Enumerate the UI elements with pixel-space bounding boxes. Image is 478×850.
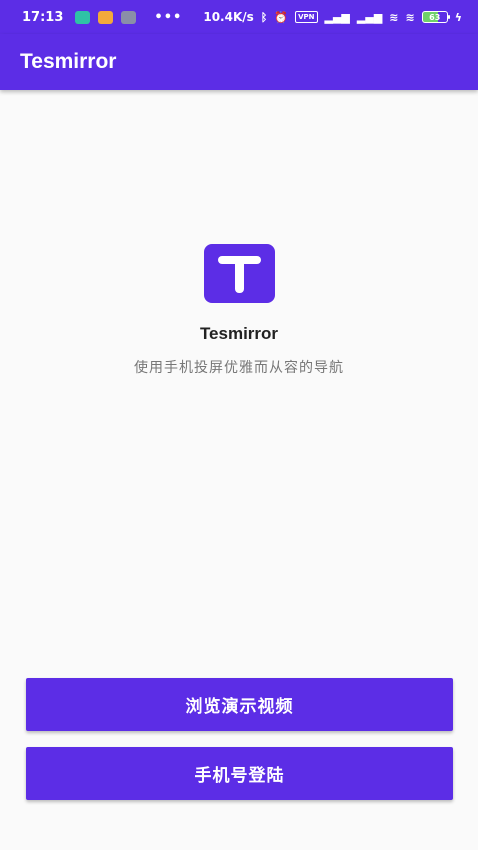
message-app-icon	[75, 10, 91, 24]
phone-login-button[interactable]: 手机号登陆	[26, 747, 453, 800]
telegram-icon	[121, 10, 137, 24]
app-name: Tesmirror	[199, 324, 279, 343]
signal-icon: ▂▄▆	[324, 10, 350, 24]
status-bar: 17:13 ••• 10.4K/s ᛒ ⏰ VPN ▂▄▆ ▂▄▆ ≋ ≋ 63…	[0, 0, 478, 34]
gallery-app-icon	[98, 10, 114, 24]
bluetooth-icon: ᛒ	[260, 10, 268, 24]
wifi-icon-2: ≋	[405, 10, 415, 24]
battery-icon: 63	[421, 11, 450, 23]
app-bar-title: Tesmirror	[20, 50, 117, 73]
status-time: 17:13	[22, 9, 64, 25]
alarm-icon: ⏰	[274, 10, 289, 24]
wifi-icon: ≋	[389, 10, 399, 24]
battery-level: 63	[429, 12, 441, 22]
vpn-badge: VPN	[295, 11, 318, 23]
logo-t-stem	[235, 256, 244, 293]
signal-icon-2: ▂▄▆	[356, 10, 383, 24]
network-speed: 10.4K/s	[203, 10, 254, 24]
app-logo-icon	[204, 244, 275, 303]
demo-video-button[interactable]: 浏览演示视频	[26, 678, 453, 731]
charging-icon: ϟ	[454, 10, 462, 24]
more-notifications-icon: •••	[154, 9, 183, 25]
app-bar: Tesmirror	[0, 34, 478, 90]
tagline: 使用手机投屏优雅而从容的导航	[134, 360, 344, 376]
